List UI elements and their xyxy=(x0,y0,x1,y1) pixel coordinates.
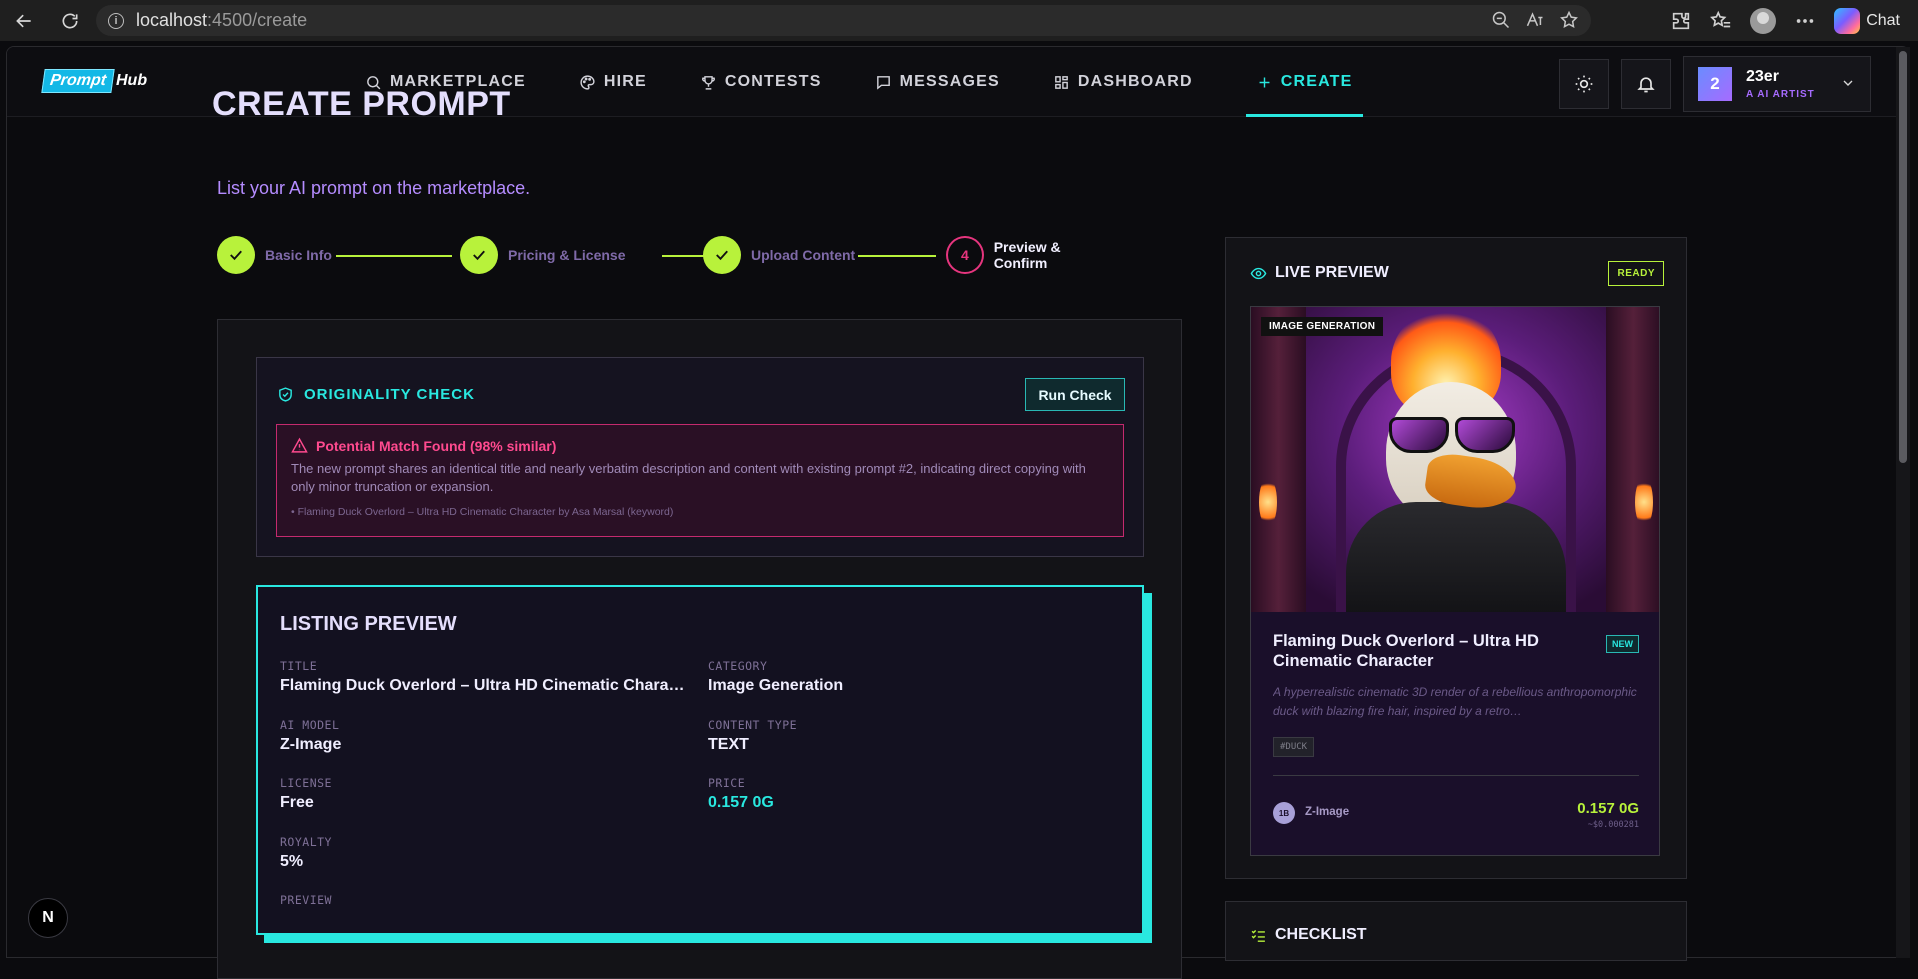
trophy-icon xyxy=(701,75,715,90)
favorite-star-icon[interactable] xyxy=(1559,10,1579,30)
browser-toolbar: i localhost:4500/create Chat xyxy=(0,0,1918,41)
site-info-icon[interactable]: i xyxy=(108,12,124,29)
nav-label: MESSAGES xyxy=(899,73,1000,90)
nav-label: CONTESTS xyxy=(724,73,822,90)
user-avatar: 2 xyxy=(1698,67,1732,101)
app-window: Prompt Hub MARKETPLACE HIRE CONTESTS MES… xyxy=(6,46,1910,958)
page-title: CREATE PROMPT xyxy=(212,85,511,123)
message-icon xyxy=(876,75,890,90)
read-aloud-icon[interactable] xyxy=(1525,10,1545,30)
favorites-list-icon[interactable] xyxy=(1710,10,1732,32)
theme-toggle-button[interactable] xyxy=(1559,59,1609,109)
brand-suffix: Hub xyxy=(116,72,148,89)
user-menu[interactable]: 2 23er A AI ARTIST xyxy=(1683,56,1871,112)
chevron-down-icon xyxy=(1843,80,1853,86)
nav-label: CREATE xyxy=(1280,73,1353,90)
brand-logo[interactable]: Prompt Hub xyxy=(41,69,148,93)
url-text: localhost:4500/create xyxy=(136,10,307,31)
more-menu-icon[interactable] xyxy=(1794,10,1816,32)
refresh-icon[interactable] xyxy=(56,7,84,35)
nav-create[interactable]: CREATE xyxy=(1245,47,1363,117)
palette-icon xyxy=(580,74,595,90)
plus-icon xyxy=(1259,77,1270,87)
nav-messages[interactable]: MESSAGES xyxy=(875,47,1000,117)
notifications-button[interactable] xyxy=(1621,59,1671,109)
copilot-icon xyxy=(1834,8,1861,34)
chat-label: Chat xyxy=(1866,12,1900,29)
nav-label: HIRE xyxy=(603,73,647,90)
zoom-out-icon[interactable] xyxy=(1491,10,1511,30)
bell-icon xyxy=(1637,77,1655,93)
url-path: :4500/create xyxy=(207,10,308,30)
main-nav: MARKETPLACE HIRE CONTESTS MESSAGES DASHB… xyxy=(365,47,1363,117)
profile-avatar-icon[interactable] xyxy=(1750,8,1777,34)
nav-contests[interactable]: CONTESTS xyxy=(700,47,822,117)
nav-dashboard[interactable]: DASHBOARD xyxy=(1053,47,1193,117)
grid-icon xyxy=(1055,75,1068,89)
sun-icon xyxy=(1575,75,1593,93)
back-arrow-icon[interactable] xyxy=(10,7,38,35)
url-host: localhost xyxy=(136,10,208,30)
nav-hire[interactable]: HIRE xyxy=(579,47,647,117)
nav-label: DASHBOARD xyxy=(1077,73,1193,90)
address-bar[interactable]: i localhost:4500/create xyxy=(96,5,1591,36)
copilot-chat-button[interactable]: Chat xyxy=(1834,8,1900,34)
brand-box: Prompt xyxy=(41,69,115,93)
user-name: 23er xyxy=(1746,68,1779,85)
user-role: A AI ARTIST xyxy=(1746,89,1815,100)
extensions-icon[interactable] xyxy=(1670,10,1692,32)
